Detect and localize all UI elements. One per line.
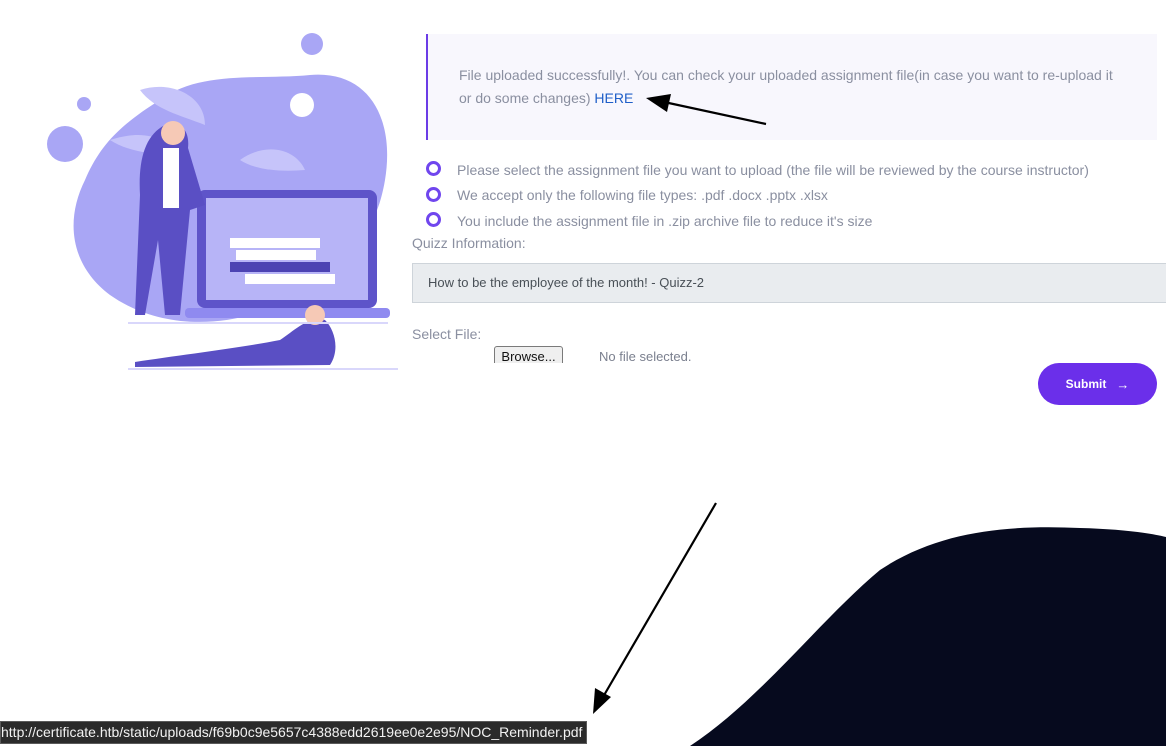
book-stack	[245, 274, 335, 284]
bubble-circle	[77, 97, 91, 111]
arrow-right-icon: →	[1116, 376, 1130, 392]
quiz-info-label: Quizz Information:	[412, 235, 526, 251]
upload-success-alert: File uploaded successfully!. You can che…	[426, 34, 1157, 140]
ring-bullet-icon	[426, 161, 441, 177]
browse-button[interactable]: Browse...	[494, 346, 563, 363]
annotation-arrowhead	[593, 688, 611, 714]
status-bar-url: http://certificate.htb/static/uploads/f6…	[0, 721, 588, 744]
man-shirt	[163, 148, 179, 208]
quiz-info-field: How to be the employee of the month! - Q…	[412, 263, 1166, 303]
annotation-arrow	[602, 502, 717, 698]
man-head	[161, 121, 185, 145]
ring-bullet-icon	[426, 186, 441, 202]
hero-illustration	[47, 33, 398, 370]
instruction-text: You include the assignment file in .zip …	[457, 212, 873, 229]
woman-figure	[135, 319, 336, 367]
bubble-circle	[47, 126, 83, 162]
instruction-text: Please select the assignment file you wa…	[457, 161, 1089, 178]
submit-label: Submit	[1065, 377, 1107, 391]
list-item: You include the assignment file in .zip …	[426, 208, 1166, 234]
book-stack	[230, 262, 330, 272]
book-stack	[236, 250, 316, 260]
bubble-circle	[290, 93, 314, 117]
book-stack	[230, 238, 320, 248]
here-link[interactable]: HERE	[594, 90, 633, 106]
file-input[interactable]: Browse... No file selected.	[412, 346, 712, 363]
laptop-screen-inner	[206, 198, 368, 300]
list-item: We accept only the following file types:…	[426, 183, 1166, 209]
upload-success-message: File uploaded successfully!. You can che…	[459, 67, 1113, 106]
file-status-text: No file selected.	[599, 349, 692, 363]
floor-line	[128, 322, 388, 324]
list-item: Please select the assignment file you wa…	[426, 157, 1166, 183]
select-file-label: Select File:	[412, 326, 482, 342]
floor-line	[128, 368, 398, 370]
laptop-base	[185, 308, 390, 318]
instruction-text: We accept only the following file types:…	[457, 187, 828, 204]
submit-button[interactable]: Submit →	[1038, 363, 1157, 405]
ring-bullet-icon	[426, 212, 441, 228]
bubble-circle	[301, 33, 323, 55]
upload-instructions-list: Please select the assignment file you wa…	[426, 157, 1166, 234]
